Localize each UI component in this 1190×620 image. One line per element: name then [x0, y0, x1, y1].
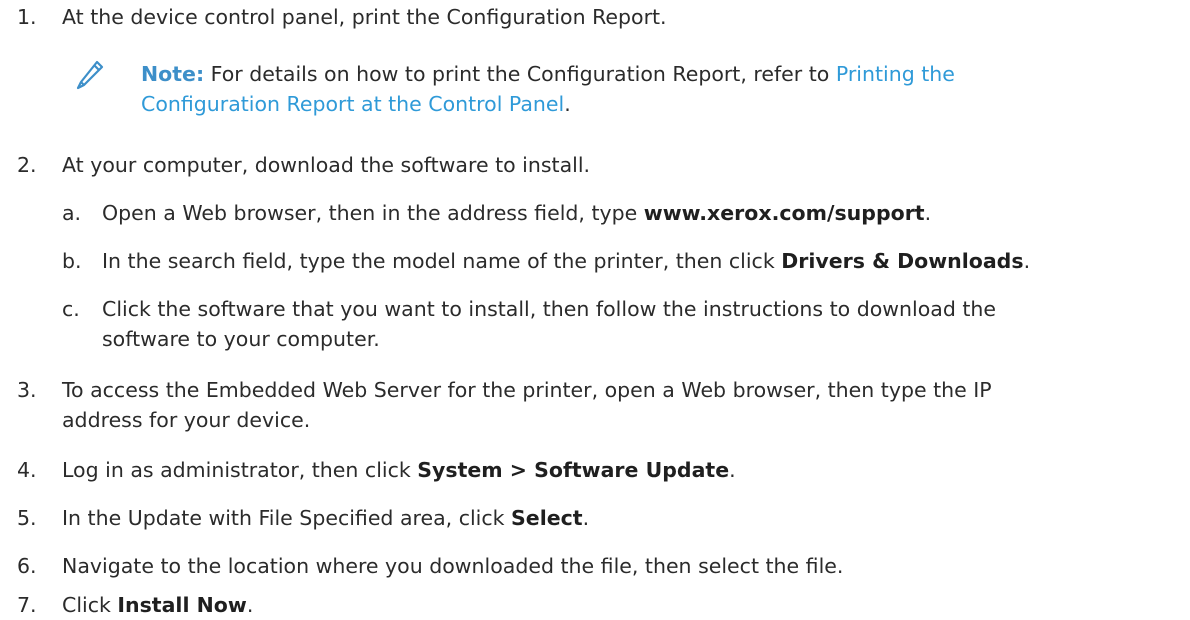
- substep-text: In the search field, type the model name…: [102, 246, 1030, 276]
- step-text: In the Update with File Specified area, …: [62, 503, 589, 533]
- config-report-link-part1[interactable]: Printing the: [836, 62, 955, 86]
- config-report-link-part2[interactable]: Configuration Report at the Control Pane…: [141, 92, 564, 116]
- substep-text-pre: Open a Web browser, then in the address …: [102, 201, 644, 225]
- step-text: At the device control panel, print the C…: [62, 5, 667, 29]
- substep-letter: a.: [62, 201, 82, 225]
- step-6: 6. Navigate to the location where you do…: [0, 551, 843, 581]
- substep-line-2: software to your computer.: [102, 327, 380, 351]
- substep-a: a. Open a Web browser, then in the addre…: [62, 198, 931, 228]
- step-text: Navigate to the location where you downl…: [62, 554, 844, 578]
- step-text: To access the Embedded Web Server for th…: [62, 375, 992, 435]
- note-end: .: [564, 92, 571, 116]
- step-2: 2. At your computer, download the softwa…: [0, 150, 590, 180]
- substep-text-post: .: [1023, 249, 1031, 273]
- note-block: Note: For details on how to print the Co…: [75, 59, 1141, 119]
- software-update-path: System > Software Update: [417, 458, 730, 482]
- step-text-post: .: [729, 458, 736, 482]
- note-text: For details on how to print the Configur…: [204, 62, 836, 86]
- xerox-support-url: www.xerox.com/support: [643, 201, 925, 225]
- step-text-pre: In the Update with File Specified area, …: [62, 506, 512, 530]
- drivers-downloads-label: Drivers & Downloads: [781, 249, 1024, 273]
- substep-text-pre: In the search field, type the model name…: [102, 249, 782, 273]
- step-text-pre: Click: [62, 593, 118, 617]
- pencil-icon: [75, 59, 141, 95]
- substep-letter: b.: [62, 249, 82, 273]
- step-number: 5.: [17, 506, 37, 530]
- step-line-1: To access the Embedded Web Server for th…: [62, 378, 992, 402]
- step-text-post: .: [582, 506, 590, 530]
- step-number: 1.: [17, 5, 37, 29]
- step-number: 4.: [17, 458, 37, 482]
- step-number: 7.: [17, 593, 37, 617]
- step-3: 3. To access the Embedded Web Server for…: [0, 375, 992, 435]
- step-text: At your computer, download the software …: [62, 153, 591, 177]
- substep-text: Open a Web browser, then in the address …: [102, 198, 931, 228]
- step-1: 1. At the device control panel, print th…: [0, 2, 667, 32]
- step-5: 5. In the Update with File Specified are…: [0, 503, 589, 533]
- step-number: 2.: [17, 153, 37, 177]
- step-text: Click Install Now.: [62, 590, 253, 620]
- substep-c: c. Click the software that you want to i…: [62, 294, 996, 354]
- substep-letter: c.: [62, 297, 80, 321]
- step-text: Log in as administrator, then click Syst…: [62, 455, 736, 485]
- substep-b: b. In the search field, type the model n…: [62, 246, 1030, 276]
- step-number: 6.: [17, 554, 37, 578]
- substep-text: Click the software that you want to inst…: [102, 294, 996, 354]
- step-text-pre: Log in as administrator, then click: [62, 458, 418, 482]
- step-text-post: .: [246, 593, 254, 617]
- note-body: Note: For details on how to print the Co…: [141, 59, 1141, 119]
- step-7: 7. Click Install Now.: [0, 590, 253, 620]
- substep-line-1: Click the software that you want to inst…: [102, 297, 997, 321]
- step-number: 3.: [17, 378, 37, 402]
- note-label: Note:: [141, 62, 205, 86]
- select-label: Select: [511, 506, 583, 530]
- step-4: 4. Log in as administrator, then click S…: [0, 455, 736, 485]
- substep-text-post: .: [924, 201, 932, 225]
- install-now-label: Install Now: [117, 593, 247, 617]
- document-page: 1. At the device control panel, print th…: [0, 0, 1190, 619]
- step-line-2: address for your device.: [62, 408, 311, 432]
